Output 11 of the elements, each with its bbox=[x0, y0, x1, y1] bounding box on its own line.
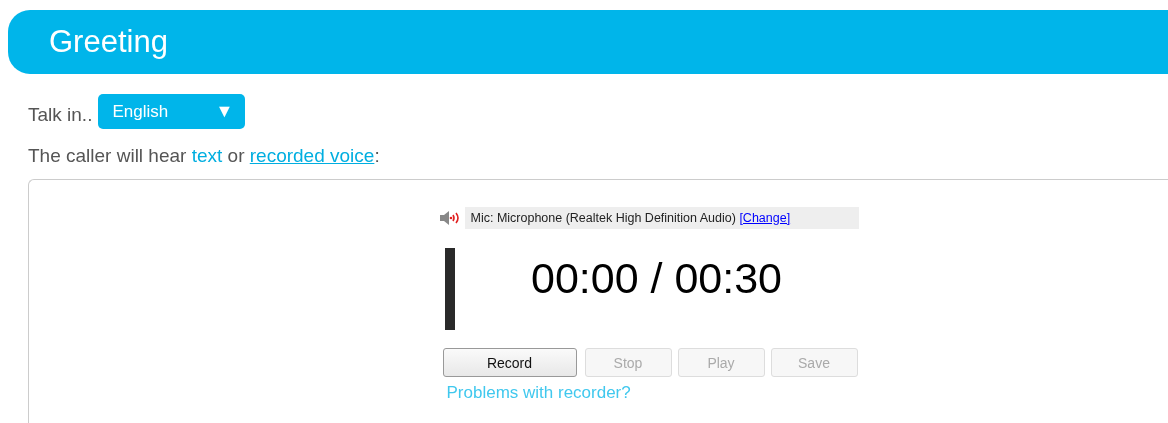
microphone-name: Mic: Microphone (Realtek High Definition Audio) bbox=[470, 211, 736, 225]
language-dropdown[interactable]: English ▼ bbox=[98, 94, 246, 129]
help-link[interactable]: Problems with recorder? bbox=[446, 383, 859, 403]
page-title: Greeting bbox=[49, 24, 168, 60]
change-link[interactable]: [Change] bbox=[739, 211, 791, 225]
text-link[interactable]: text bbox=[191, 145, 223, 166]
language-label: Talk in.. bbox=[28, 103, 93, 126]
recorder-button[interactable]: Record bbox=[442, 348, 577, 377]
intro-sentence: The caller will hear text or recorded voice: bbox=[28, 145, 381, 167]
time-display: 00:00 / 00:30 bbox=[529, 253, 784, 304]
text-link[interactable]: recorded voice bbox=[249, 145, 375, 166]
